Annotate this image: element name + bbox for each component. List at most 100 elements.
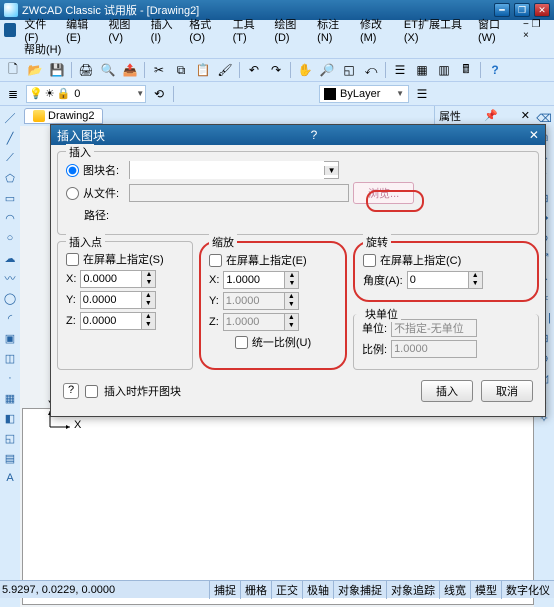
- line-tool-icon[interactable]: ／: [2, 110, 18, 126]
- help-icon[interactable]: ?: [486, 61, 504, 79]
- gradient-tool-icon[interactable]: ◧: [2, 410, 18, 426]
- mdi-minimize[interactable]: −: [523, 19, 529, 30]
- properties-panel-header[interactable]: 属性 📌 ✕: [434, 106, 534, 126]
- menu-draw[interactable]: 绘图(D): [270, 14, 311, 46]
- spline-tool-icon[interactable]: 〰: [2, 270, 18, 286]
- ip-y-spinner[interactable]: ▲▼: [142, 291, 156, 309]
- publish-icon[interactable]: 📤: [121, 61, 139, 79]
- rot-specify-checkbox[interactable]: [363, 254, 376, 267]
- calc-icon[interactable]: 🖩: [457, 61, 475, 79]
- blockname-radio[interactable]: [66, 164, 79, 177]
- uniform-checkbox[interactable]: [235, 336, 248, 349]
- explode-checkbox[interactable]: [85, 385, 98, 398]
- dialog-help-icon[interactable]: ?: [311, 128, 318, 142]
- table-tool-icon[interactable]: ▤: [2, 450, 18, 466]
- insert-block-tool-icon[interactable]: ▣: [2, 330, 18, 346]
- close-button[interactable]: ✕: [534, 3, 550, 17]
- digitizer-toggle[interactable]: 数字化仪: [501, 581, 554, 599]
- pan-icon[interactable]: ✋: [296, 61, 314, 79]
- make-block-tool-icon[interactable]: ◫: [2, 350, 18, 366]
- mdi-close[interactable]: ×: [523, 30, 529, 41]
- menu-window[interactable]: 窗口(W): [474, 14, 517, 46]
- chevron-down-icon[interactable]: ▼: [324, 166, 338, 175]
- coords-readout[interactable]: 5.9297, 0.0229, 0.0000: [2, 584, 152, 596]
- scale-z-spinner[interactable]: ▲▼: [285, 313, 299, 331]
- match-prop-icon[interactable]: 🖌: [216, 61, 234, 79]
- lwt-toggle[interactable]: 线宽: [439, 581, 470, 599]
- layer-prev-icon[interactable]: ⟲: [150, 85, 168, 103]
- menu-insert[interactable]: 插入(I): [147, 14, 184, 46]
- ip-x-input[interactable]: [80, 270, 142, 288]
- scale-y-spinner[interactable]: ▲▼: [285, 292, 299, 310]
- layer-name-field[interactable]: [74, 88, 134, 100]
- grid-toggle[interactable]: 栅格: [240, 581, 271, 599]
- paste-icon[interactable]: 📋: [194, 61, 212, 79]
- system-menu-icon[interactable]: [4, 23, 16, 37]
- cancel-button[interactable]: 取消: [481, 380, 533, 402]
- preview-icon[interactable]: 🔍: [99, 61, 117, 79]
- new-icon[interactable]: 🗋: [4, 61, 22, 79]
- browse-button[interactable]: 浏览...: [353, 182, 414, 204]
- scale-x-spinner[interactable]: ▲▼: [285, 271, 299, 289]
- blockname-combo[interactable]: ▼: [129, 161, 339, 179]
- layer-manager-icon[interactable]: ≣: [4, 85, 22, 103]
- menu-help[interactable]: 帮助(H): [20, 39, 65, 59]
- angle-spinner[interactable]: ▲▼: [469, 271, 483, 289]
- ortho-toggle[interactable]: 正交: [271, 581, 302, 599]
- ellipse-tool-icon[interactable]: ◯: [2, 290, 18, 306]
- arc-tool-icon[interactable]: ◠: [2, 210, 18, 226]
- fromfile-radio[interactable]: [66, 187, 79, 200]
- help-button[interactable]: ?: [63, 383, 79, 399]
- menu-format[interactable]: 格式(O): [185, 14, 226, 46]
- model-toggle[interactable]: 模型: [470, 581, 501, 599]
- ip-z-input[interactable]: [80, 312, 142, 330]
- zoom-prev-icon[interactable]: ⤺: [362, 61, 380, 79]
- otrack-toggle[interactable]: 对象追踪: [386, 581, 439, 599]
- menu-edit[interactable]: 编辑(E): [62, 14, 102, 46]
- angle-input[interactable]: [407, 271, 469, 289]
- polar-toggle[interactable]: 极轴: [302, 581, 333, 599]
- mtext-tool-icon[interactable]: A: [2, 470, 18, 486]
- point-tool-icon[interactable]: ·: [2, 370, 18, 386]
- hatch-tool-icon[interactable]: ▦: [2, 390, 18, 406]
- tool-palette-icon[interactable]: ▥: [435, 61, 453, 79]
- save-icon[interactable]: 💾: [48, 61, 66, 79]
- ip-y-input[interactable]: [80, 291, 142, 309]
- drawing-tab[interactable]: Drawing2: [24, 108, 103, 124]
- command-text-area[interactable]: [22, 408, 534, 585]
- ip-z-spinner[interactable]: ▲▼: [142, 312, 156, 330]
- menu-modify[interactable]: 修改(M): [356, 14, 398, 46]
- xline-tool-icon[interactable]: ╱: [2, 130, 18, 146]
- design-center-icon[interactable]: ▦: [413, 61, 431, 79]
- layer-dropdown[interactable]: 💡 ☀ 🔒 ▼: [26, 85, 146, 103]
- ip-x-spinner[interactable]: ▲▼: [142, 270, 156, 288]
- menu-view[interactable]: 视图(V): [104, 14, 144, 46]
- insert-button[interactable]: 插入: [421, 380, 473, 402]
- scale-specify-checkbox[interactable]: [209, 254, 222, 267]
- scale-x-input[interactable]: [223, 271, 285, 289]
- zoom-rt-icon[interactable]: 🔎: [318, 61, 336, 79]
- menu-tools[interactable]: 工具(T): [229, 14, 269, 46]
- region-tool-icon[interactable]: ◱: [2, 430, 18, 446]
- undo-icon[interactable]: ↶: [245, 61, 263, 79]
- cut-icon[interactable]: ✂: [150, 61, 168, 79]
- ellipse-arc-tool-icon[interactable]: ◜: [2, 310, 18, 326]
- dialog-titlebar[interactable]: 插入图块 ? ✕: [51, 125, 545, 145]
- polyline-tool-icon[interactable]: ⟋: [2, 150, 18, 166]
- properties-icon[interactable]: ☰: [391, 61, 409, 79]
- zoom-win-icon[interactable]: ◱: [340, 61, 358, 79]
- close-icon[interactable]: ✕: [521, 109, 530, 122]
- menu-annotate[interactable]: 标注(N): [313, 14, 354, 46]
- circle-tool-icon[interactable]: ○: [2, 230, 18, 246]
- pushpin-icon[interactable]: 📌: [484, 109, 498, 122]
- rectangle-tool-icon[interactable]: ▭: [2, 190, 18, 206]
- dialog-close-icon[interactable]: ✕: [529, 128, 539, 142]
- revcloud-tool-icon[interactable]: ☁: [2, 250, 18, 266]
- menu-etext[interactable]: ET扩展工具(X): [400, 14, 472, 46]
- osnap-toggle[interactable]: 对象捕捉: [333, 581, 386, 599]
- mdi-restore[interactable]: ❐: [532, 19, 541, 30]
- print-icon[interactable]: 🖨: [77, 61, 95, 79]
- redo-icon[interactable]: ↷: [267, 61, 285, 79]
- ip-specify-checkbox[interactable]: [66, 253, 79, 266]
- copy-icon[interactable]: ⧉: [172, 61, 190, 79]
